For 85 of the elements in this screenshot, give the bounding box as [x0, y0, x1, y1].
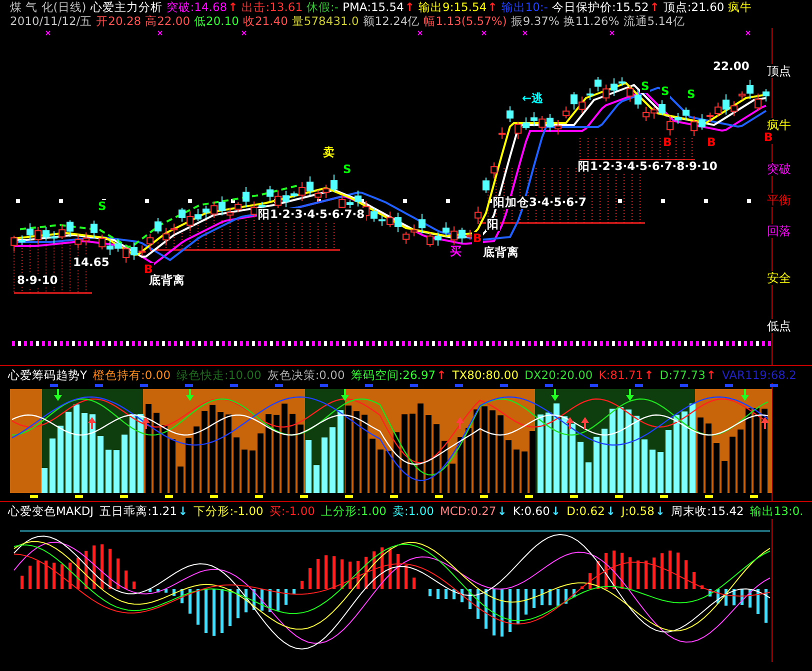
indicator-readout: 量578431.0: [292, 14, 359, 28]
arrow-icon: ↑: [404, 0, 415, 14]
indicator-readout: 输出13:0.: [750, 502, 804, 518]
chart-annotation: B: [706, 136, 717, 149]
chart-annotation: 底背离: [148, 274, 186, 287]
chart-annotation: 买: [449, 245, 463, 258]
indicator-readout: 突破:14.68: [166, 0, 228, 14]
arrow-icon: ↑: [650, 0, 660, 14]
indicator-readout: 煤 气 化(日线): [10, 0, 86, 14]
indicator-readout: 高22.00: [145, 14, 190, 28]
scale-label: 平衡: [767, 193, 791, 207]
chart-annotation: 22.00: [712, 60, 750, 73]
indicator-readout: 五日乖离:1.21: [100, 502, 178, 518]
indicator-readout: 振9.37%: [510, 14, 560, 28]
arrow-icon: ↓: [178, 502, 188, 518]
indicator-readout: 卖:1.00: [392, 502, 434, 518]
scale-label: 回落: [767, 224, 791, 238]
indicator-readout: 周末收:15.42: [671, 502, 744, 518]
indicator-readout: K:0.60: [512, 502, 550, 518]
indicator-readout: 出击:13.61: [242, 0, 303, 14]
chart-annotation: B: [662, 136, 673, 149]
indicator-readout: 休假:-: [306, 0, 339, 14]
indicator-readout: D:77.73: [660, 366, 706, 382]
chart-annotation: B: [472, 232, 483, 245]
indicator-readout: K:81.71: [598, 366, 644, 382]
chart-annotation: ←逃: [521, 92, 545, 105]
chart-annotation: S: [686, 88, 696, 101]
chart-annotation: 底背离: [482, 246, 520, 259]
indicator-readout: D:0.62: [566, 502, 605, 518]
scale-label: 顶点: [767, 64, 791, 78]
indicator-readout: 心爱变色MAKDJ: [8, 502, 94, 518]
indicator-readout: 2010/11/12/五: [10, 14, 92, 28]
chart-annotation: 阳1·2·3·4·5·6·7·8: [257, 208, 366, 221]
indicator-readout: 下分形:-1.00: [194, 502, 264, 518]
chart-annotation: 阳加仓3·4·5·6·7: [492, 196, 588, 209]
arrow-icon: ↑: [436, 366, 446, 382]
arrow-icon: ↓: [606, 502, 616, 518]
chart-annotation: S: [640, 80, 650, 93]
indicator-readout: 收21.40: [242, 14, 288, 28]
arrow-icon: ↑: [228, 0, 238, 14]
scale-label: 低点: [767, 319, 791, 333]
indicator-readout: 开20.28: [96, 14, 142, 28]
indicator-readout: 上分形:1.00: [320, 502, 386, 518]
indicator-readout: 顶点:21.60: [663, 0, 724, 14]
arrow-icon: ↑: [706, 366, 716, 382]
indicator-readout: 幅1.13(5.57%): [424, 14, 507, 28]
arrow-icon: ↓: [497, 502, 507, 518]
arrow-icon: ↓: [655, 502, 666, 518]
chart-annotation: 阳1·2·3·4·5·6·7·8·9·10: [577, 160, 718, 173]
indicator-readout: VAR119:68.2: [722, 366, 796, 382]
arrow-icon: ↑: [644, 366, 654, 382]
scale-label: 突破: [767, 162, 791, 176]
scale-label: 安全: [767, 271, 791, 285]
indicator-readout: 换11.26%: [563, 14, 620, 28]
chart-annotation: B: [143, 263, 154, 276]
chart-annotation: B: [763, 131, 774, 144]
indicator-readout: 疯牛: [728, 0, 752, 14]
indicator-readout: DX20:20.00: [524, 366, 593, 382]
chart-annotation: 阳: [486, 218, 500, 231]
indicator-readout: 筹码空间:26.97: [350, 366, 436, 382]
indicator-readout: 低20.10: [194, 14, 239, 28]
chart-annotation: S: [660, 85, 670, 98]
indicator-readout: PMA:15.54: [342, 0, 404, 14]
indicator-readout: 流通5.14亿: [623, 14, 685, 28]
indicator-readout: 买:-1.00: [269, 502, 315, 518]
indicator-readout: 今日保护价:15.52: [552, 0, 649, 14]
indicator-readout: 灰色决策:0.00: [267, 366, 345, 382]
indicator-readout: J:0.58: [622, 502, 654, 518]
chart-annotation: 14.65: [72, 256, 110, 269]
scale-label: 疯牛: [767, 118, 791, 132]
indicator-readout: 心爱筹码趋势Y: [8, 366, 88, 382]
indicator-readout: 额12.24亿: [362, 14, 420, 28]
indicator-readout: 绿色快走:10.00: [176, 366, 262, 382]
arrow-icon: ↑: [488, 0, 498, 14]
chart-annotation: 卖: [322, 146, 336, 159]
indicator-readout: 输出10:-: [501, 0, 548, 14]
indicator-readout: 输出9:15.54: [418, 0, 487, 14]
chart-annotation: S: [342, 163, 352, 176]
indicator-readout: 心爱主力分析: [90, 0, 162, 14]
arrow-icon: ↓: [550, 502, 561, 518]
indicator-readout: TX80:80.00: [452, 366, 519, 382]
indicator-readout: 橙色持有:0.00: [93, 366, 171, 382]
chart-annotation: S: [97, 200, 108, 213]
indicator-readout: MCD:0.27: [440, 502, 496, 518]
chart-annotation: 8·9·10: [16, 274, 59, 287]
